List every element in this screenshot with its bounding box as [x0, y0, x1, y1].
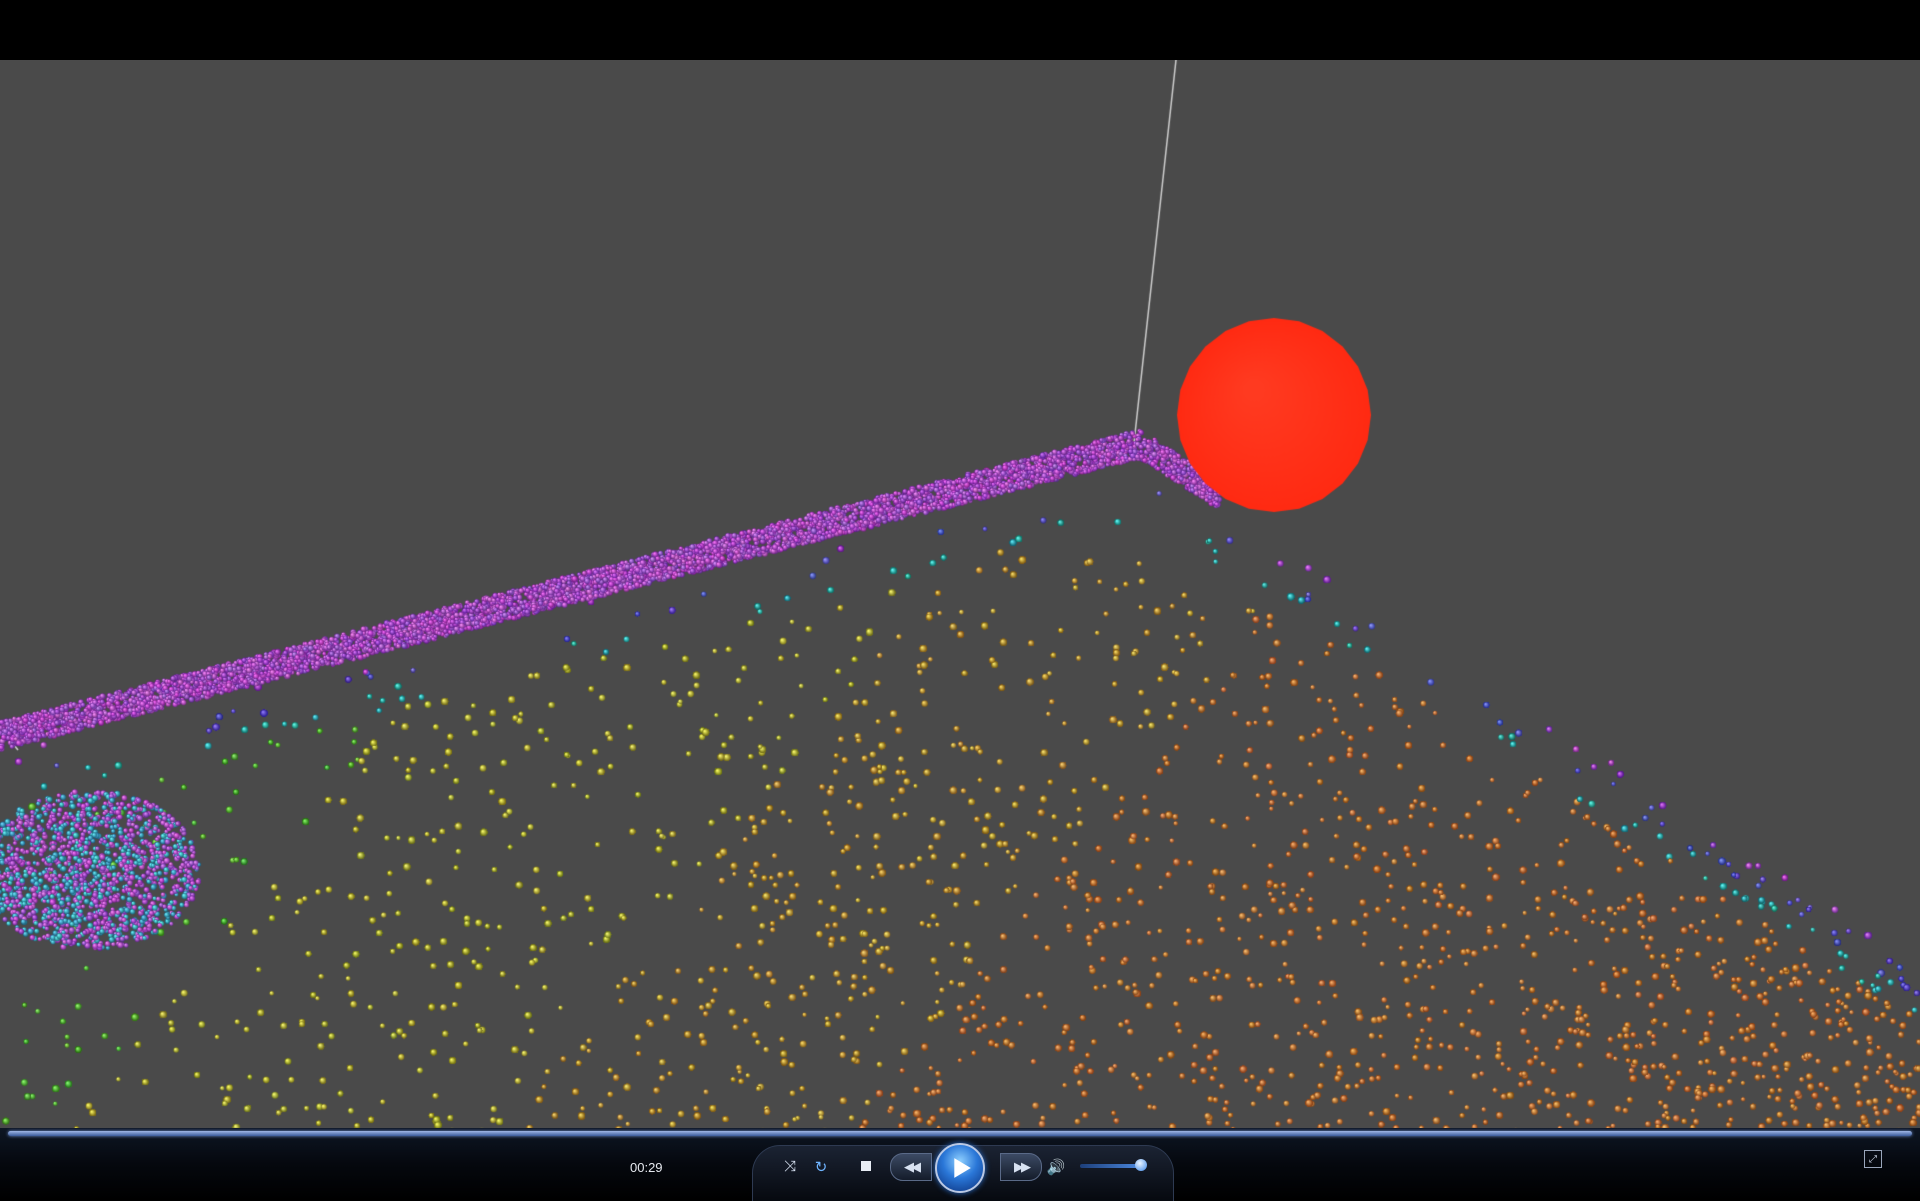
speaker-icon: 🔊: [1046, 1159, 1066, 1176]
mute-button[interactable]: 🔊: [1045, 1156, 1067, 1178]
shuffle-icon: ⤨: [783, 1157, 796, 1175]
next-button[interactable]: ▶▶: [1000, 1153, 1042, 1181]
fullscreen-icon: ⤢: [1869, 1153, 1877, 1165]
shuffle-button[interactable]: ⤨: [780, 1156, 800, 1176]
fullscreen-button[interactable]: ⤢: [1864, 1150, 1882, 1168]
stop-button[interactable]: [857, 1157, 875, 1175]
repeat-icon: ↻: [814, 1159, 828, 1176]
play-button[interactable]: [935, 1143, 985, 1193]
letterbox-top: [0, 0, 1920, 60]
volume-slider-thumb[interactable]: [1135, 1159, 1147, 1171]
seek-bar[interactable]: [8, 1131, 1912, 1136]
video-viewport[interactable]: [0, 60, 1920, 1132]
particle-simulation-frame: [0, 60, 1920, 1132]
elapsed-time: 00:29: [630, 1160, 663, 1175]
rewind-icon: ◀◀: [904, 1159, 921, 1174]
repeat-button[interactable]: ↻: [810, 1156, 832, 1178]
play-icon: [954, 1158, 971, 1178]
previous-button[interactable]: ◀◀: [890, 1153, 932, 1181]
fast-forward-icon: ▶▶: [1014, 1159, 1031, 1174]
stop-icon: [861, 1161, 871, 1171]
